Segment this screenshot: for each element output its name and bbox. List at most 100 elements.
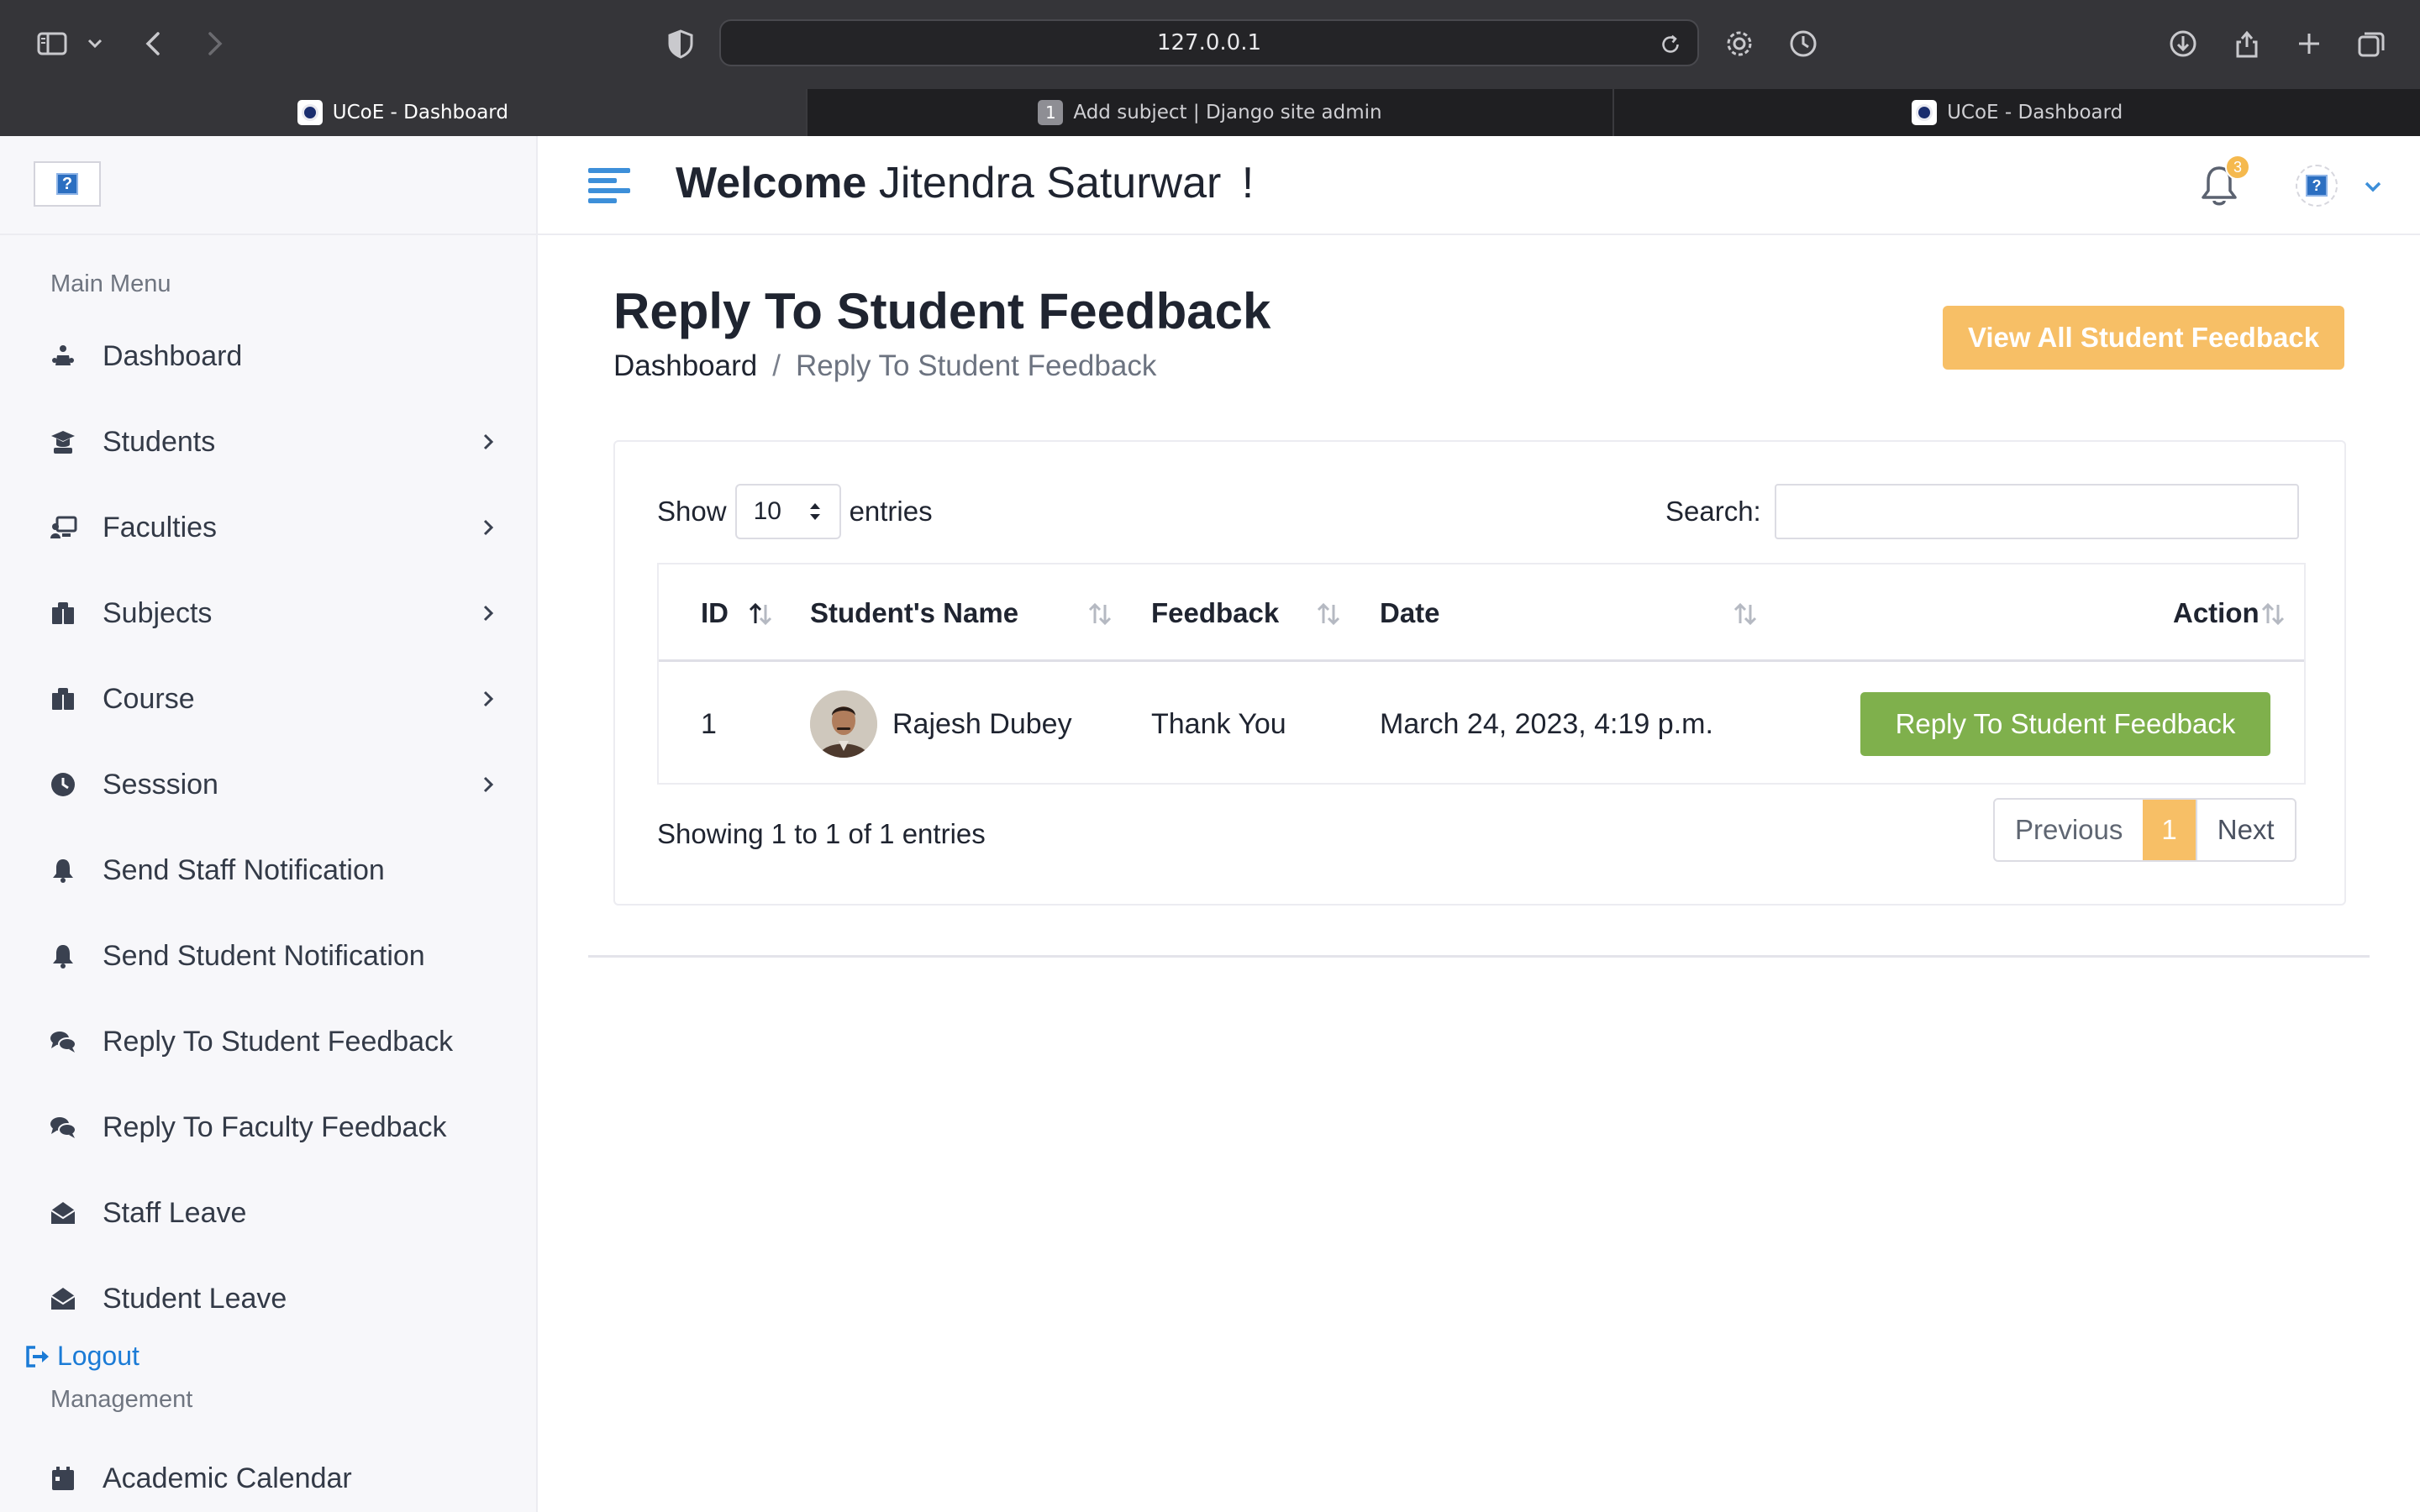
bell-icon [47,854,79,886]
sidebar-item-reply-faculty-feedback[interactable]: Reply To Faculty Feedback [47,1100,501,1154]
column-header-date[interactable]: Date [1380,564,1440,662]
gear-icon[interactable] [1716,20,1763,67]
entries-per-page-select[interactable]: 10 [734,484,841,539]
breadcrumb-dashboard-link[interactable]: Dashboard [613,349,757,383]
sidebar-item-subjects[interactable]: Subjects [47,586,501,640]
feedback-table-card: Show 10 entries Search: ID Student's Nam… [613,440,2346,906]
welcome-exclamation: ! [1241,159,1255,207]
student-icon [47,426,79,458]
tab-title: Add subject | Django site admin [1073,102,1382,123]
share-icon[interactable] [2223,20,2270,67]
table-search: Search: [1665,484,2299,539]
shield-icon[interactable] [657,20,704,67]
dashboard-icon [47,340,79,372]
chevron-right-icon [483,690,494,707]
site-logo[interactable]: ? [34,161,101,207]
sort-icon[interactable] [2259,600,2287,628]
new-tab-icon[interactable] [2286,20,2333,67]
cell-id: 1 [701,707,717,740]
logout-label: Logout [57,1341,139,1371]
sidebar: ? Main Menu Dashboard Students Faculties… [0,136,538,1512]
user-name: Jitendra Saturwar [878,159,1222,207]
sidebar-item-send-staff-notification[interactable]: Send Staff Notification [47,843,501,897]
breadcrumb-separator: / [772,349,781,382]
logout-link[interactable]: Logout [24,1341,139,1372]
reply-feedback-button[interactable]: Reply To Student Feedback [1860,692,2270,756]
show-entries-control: Show 10 entries [657,484,933,539]
pagination-next[interactable]: Next [2195,800,2295,860]
search-input[interactable] [1774,484,2299,539]
sidebar-item-label: Academic Calendar [103,1462,352,1494]
cell-feedback: Thank You [1151,707,1286,740]
student-avatar [810,690,877,758]
entries-select-value: 10 [753,497,781,525]
sort-icon[interactable] [1314,600,1343,628]
tab-number-icon: 1 [1038,100,1064,125]
forward-icon[interactable] [190,20,237,67]
tab-overview-icon[interactable] [2348,20,2395,67]
table-info: Showing 1 to 1 of 1 entries [657,818,986,849]
sidebar-item-label: Student Leave [103,1282,287,1315]
sort-icon[interactable] [1731,600,1760,628]
sidebar-item-session[interactable]: Sesssion [47,758,501,811]
main-menu-title: Main Menu [50,270,171,297]
browser-chrome: 127.0.0.1 UCoE - Dashboard 1 Add subject… [0,0,2420,136]
sidebar-item-student-leave[interactable]: Student Leave [47,1272,501,1326]
sidebar-item-label: Students [103,425,216,458]
sidebar-item-send-student-notification[interactable]: Send Student Notification [47,929,501,983]
user-avatar[interactable]: ? [2296,165,2338,207]
browser-tab[interactable]: UCoE - Dashboard [1612,89,2420,136]
sidebar-item-course[interactable]: Course [47,672,501,726]
comments-icon [47,1026,79,1058]
sidebar-toggle-icon[interactable] [29,20,76,67]
sidebar-item-dashboard[interactable]: Dashboard [47,329,501,383]
address-bar[interactable]: 127.0.0.1 [719,19,1699,66]
bell-icon [47,940,79,972]
sort-icon[interactable] [1086,600,1114,628]
sort-asc-icon[interactable] [746,600,775,628]
top-header: Welcome Jitendra Saturwar ! 3 ? [538,136,2420,235]
sidebar-item-faculties[interactable]: Faculties [47,501,501,554]
sidebar-item-label: Reply To Faculty Feedback [103,1110,447,1143]
sidebar-divider [0,234,538,235]
column-header-action[interactable]: Action [2173,564,2260,662]
url-text: 127.0.0.1 [1156,30,1262,55]
download-icon[interactable] [2160,20,2207,67]
chevron-right-icon [483,433,494,450]
browser-tabs: UCoE - Dashboard 1 Add subject | Django … [0,89,2420,136]
history-icon[interactable] [1780,20,1827,67]
sidebar-item-academic-calendar[interactable]: Academic Calendar [47,1452,501,1505]
column-header-id[interactable]: ID [701,564,729,662]
table-row: 1 Rajesh Dubey Thank You March 24, 2023,… [659,664,2304,785]
clock-icon [47,769,79,801]
chevron-down-icon[interactable] [2360,173,2386,200]
sign-out-icon [26,1345,49,1368]
view-all-feedback-button[interactable]: View All Student Feedback [1943,306,2344,370]
feedback-table: ID Student's Name Feedback Date Action 1 [657,563,2306,785]
sidebar-item-label: Reply To Student Feedback [103,1025,454,1058]
calendar-icon [47,1462,79,1494]
column-header-feedback[interactable]: Feedback [1151,564,1279,662]
sidebar-item-reply-student-feedback[interactable]: Reply To Student Feedback [47,1015,501,1068]
envelope-open-icon [47,1283,79,1315]
student-name: Rajesh Dubey [892,707,1072,740]
browser-tab[interactable]: 1 Add subject | Django site admin [805,89,1613,136]
browser-tab[interactable]: UCoE - Dashboard [0,89,806,136]
table-header: ID Student's Name Feedback Date Action [659,564,2304,662]
hamburger-menu-icon[interactable] [588,166,630,205]
sidebar-item-staff-leave[interactable]: Staff Leave [47,1186,501,1240]
pagination-previous[interactable]: Previous [1995,800,2143,860]
ucoe-logo-icon [1912,100,1938,125]
chevron-down-icon[interactable] [74,20,116,67]
sidebar-item-label: Send Staff Notification [103,853,385,886]
column-header-student-name[interactable]: Student's Name [810,564,1018,662]
sidebar-item-students[interactable]: Students [47,415,501,469]
sidebar-item-label: Faculties [103,511,218,543]
reload-icon[interactable] [1654,28,1687,61]
tab-title: UCoE - Dashboard [332,102,508,123]
broken-image-icon: ? [2306,175,2328,197]
back-icon[interactable] [131,20,178,67]
pagination-page-1[interactable]: 1 [2143,800,2196,860]
chevron-right-icon [483,605,494,622]
sidebar-item-label: Dashboard [103,339,243,372]
